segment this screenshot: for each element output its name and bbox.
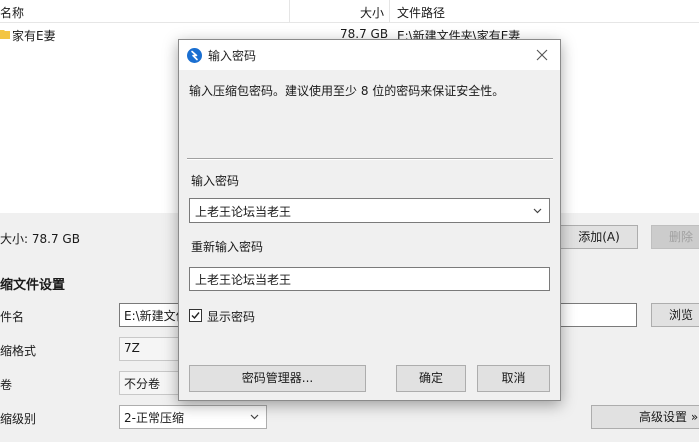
password-label: 输入密码 — [191, 174, 240, 188]
column-separator[interactable] — [289, 0, 290, 22]
folder-icon — [0, 30, 10, 39]
close-icon[interactable] — [536, 49, 548, 61]
settings-title: 缩文件设置 — [0, 278, 66, 293]
level-value: 2-正常压缩 — [124, 411, 184, 425]
password-combobox[interactable]: 上老王论坛当老王 — [189, 198, 550, 223]
advanced-settings-button[interactable]: 高级设置 » — [591, 405, 699, 429]
confirm-password-input[interactable]: 上老王论坛当老王 — [189, 267, 550, 291]
password-manager-button[interactable]: 密码管理器... — [189, 365, 366, 392]
checkmark-icon — [191, 312, 200, 320]
file-list-header: 名称 大小 文件路径 — [0, 0, 699, 23]
divider — [187, 158, 553, 160]
column-name[interactable]: 名称 — [0, 4, 24, 21]
volume-label: 卷 — [0, 378, 13, 392]
column-separator[interactable] — [389, 0, 390, 22]
level-select[interactable]: 2-正常压缩 — [119, 405, 267, 429]
column-path[interactable]: 文件路径 — [397, 4, 445, 21]
total-size-summary: 大小: 78.7 GB — [0, 232, 80, 246]
ok-button[interactable]: 确定 — [396, 365, 466, 392]
password-dialog: 输入密码 输入压缩包密码。建议使用至少 8 位的密码来保证安全性。 输入密码 上… — [178, 39, 561, 401]
delete-button[interactable]: 删除 — [651, 225, 699, 249]
dialog-title: 输入密码 — [208, 49, 257, 63]
confirm-password-label: 重新输入密码 — [191, 240, 264, 254]
column-size[interactable]: 大小 — [360, 4, 384, 21]
app-logo-icon — [187, 48, 202, 63]
browse-button[interactable]: 浏览 — [651, 303, 699, 327]
cancel-button[interactable]: 取消 — [477, 365, 550, 392]
dialog-titlebar[interactable]: 输入密码 — [179, 40, 560, 70]
chevron-down-icon[interactable] — [532, 205, 543, 216]
level-label: 缩级别 — [0, 412, 37, 426]
chevron-down-icon — [250, 414, 259, 420]
add-button[interactable]: 添加(A) — [560, 225, 638, 249]
dialog-info-text: 输入压缩包密码。建议使用至少 8 位的密码来保证安全性。 — [189, 84, 505, 98]
password-value: 上老王论坛当老王 — [195, 205, 292, 219]
format-label: 缩格式 — [0, 344, 37, 358]
show-password-label[interactable]: 显示密码 — [207, 308, 255, 325]
filename-label: 件名 — [0, 310, 25, 324]
row-name: 家有E妻 — [12, 29, 56, 43]
show-password-checkbox[interactable] — [189, 309, 202, 322]
